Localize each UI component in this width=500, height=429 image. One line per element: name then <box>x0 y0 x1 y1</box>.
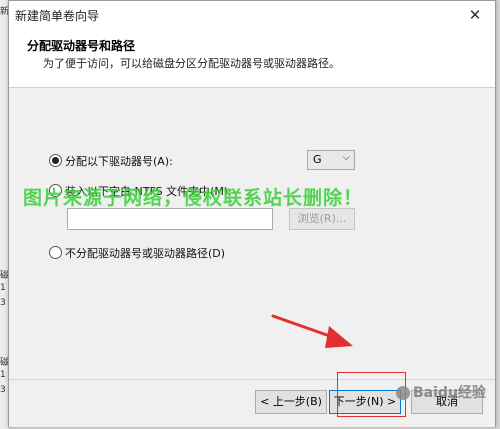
strip-char: 1 <box>0 283 6 293</box>
window-title: 新建简单卷向导 <box>15 9 100 23</box>
browse-button[interactable]: 浏览(R)... <box>289 208 355 230</box>
baidu-text: Baidu经验 <box>413 385 486 401</box>
assign-letter-radio[interactable] <box>49 154 62 167</box>
drive-letter-select[interactable]: G ⌵ <box>307 150 355 170</box>
back-button[interactable]: < 上一步(B) <box>255 390 327 414</box>
chevron-down-icon: ⌵ <box>342 152 350 163</box>
no-assign-label[interactable]: 不分配驱动器号或驱动器路径(D) <box>65 245 225 261</box>
annotation-arrow-icon <box>271 314 353 348</box>
assign-letter-label[interactable]: 分配以下驱动器号(A): <box>65 153 173 169</box>
page-subtitle: 为了便于访问，可以给磁盘分区分配驱动器号或驱动器路径。 <box>43 57 340 70</box>
strip-char: 3 <box>0 385 6 395</box>
new-simple-volume-wizard: 新建简单卷向导 ✕ 分配驱动器号和路径 为了便于访问，可以给磁盘分区分配驱动器号… <box>8 0 496 427</box>
wizard-content: 分配以下驱动器号(A): G ⌵ 装入以下空白 NTFS 文件夹中(M): 浏览… <box>9 88 495 378</box>
drive-letter-value: G <box>313 153 322 166</box>
folder-path-input[interactable] <box>67 208 273 230</box>
baidu-watermark: Baidu经验 <box>396 382 486 402</box>
page-title: 分配驱动器号和路径 <box>27 39 136 53</box>
strip-char: 1 <box>0 370 6 380</box>
title-bar[interactable]: 新建简单卷向导 ✕ <box>9 1 495 29</box>
source-watermark: 图片来源于网络，侵权联系站长删除！ <box>23 187 364 209</box>
close-button[interactable]: ✕ <box>455 1 495 29</box>
strip-char: 3 <box>0 298 6 308</box>
no-assign-radio[interactable] <box>49 246 62 259</box>
paw-icon <box>396 386 410 400</box>
wizard-header: 分配驱动器号和路径 为了便于访问，可以给磁盘分区分配驱动器号或驱动器路径。 <box>9 29 495 88</box>
